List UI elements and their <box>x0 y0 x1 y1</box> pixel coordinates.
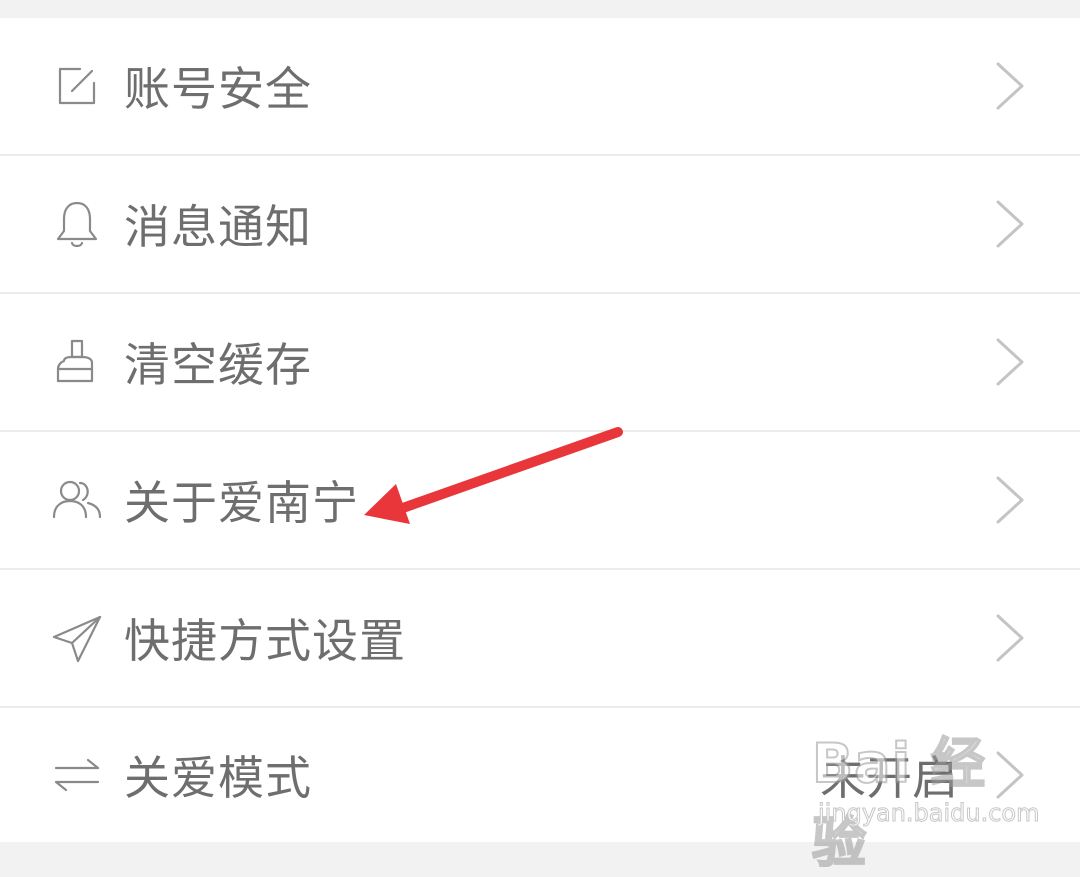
settings-item-care-mode[interactable]: 关爱模式 未开启 <box>0 708 1080 842</box>
chevron-right-icon <box>992 196 1028 252</box>
bottom-spacer <box>0 845 1080 859</box>
chevron-right-icon <box>992 58 1028 114</box>
settings-item-notifications[interactable]: 消息通知 <box>0 156 1080 294</box>
settings-item-label: 消息通知 <box>124 200 312 254</box>
broom-icon <box>50 335 104 389</box>
settings-item-label: 快捷方式设置 <box>124 614 406 668</box>
care-mode-status: 未开启 <box>820 751 958 805</box>
settings-list: 账号安全 消息通知 清空缓存 关于爱南宁 快捷方式设置 关爱模式 未开启 <box>0 18 1080 842</box>
settings-item-about[interactable]: 关于爱南宁 <box>0 432 1080 570</box>
send-icon <box>50 611 104 665</box>
top-spacer <box>0 0 1080 18</box>
chevron-right-icon <box>992 747 1028 803</box>
chevron-right-icon <box>992 610 1028 666</box>
settings-item-label: 清空缓存 <box>124 338 312 392</box>
settings-item-clear-cache[interactable]: 清空缓存 <box>0 294 1080 432</box>
chevron-right-icon <box>992 472 1028 528</box>
settings-item-label: 关于爱南宁 <box>124 476 359 530</box>
edit-icon <box>50 59 104 113</box>
settings-item-label: 账号安全 <box>124 62 312 116</box>
switch-arrows-icon <box>50 748 104 802</box>
settings-item-label: 关爱模式 <box>124 751 312 805</box>
settings-item-shortcut[interactable]: 快捷方式设置 <box>0 570 1080 708</box>
settings-item-account-security[interactable]: 账号安全 <box>0 18 1080 156</box>
users-icon <box>50 473 104 527</box>
chevron-right-icon <box>992 334 1028 390</box>
bell-icon <box>50 197 104 251</box>
